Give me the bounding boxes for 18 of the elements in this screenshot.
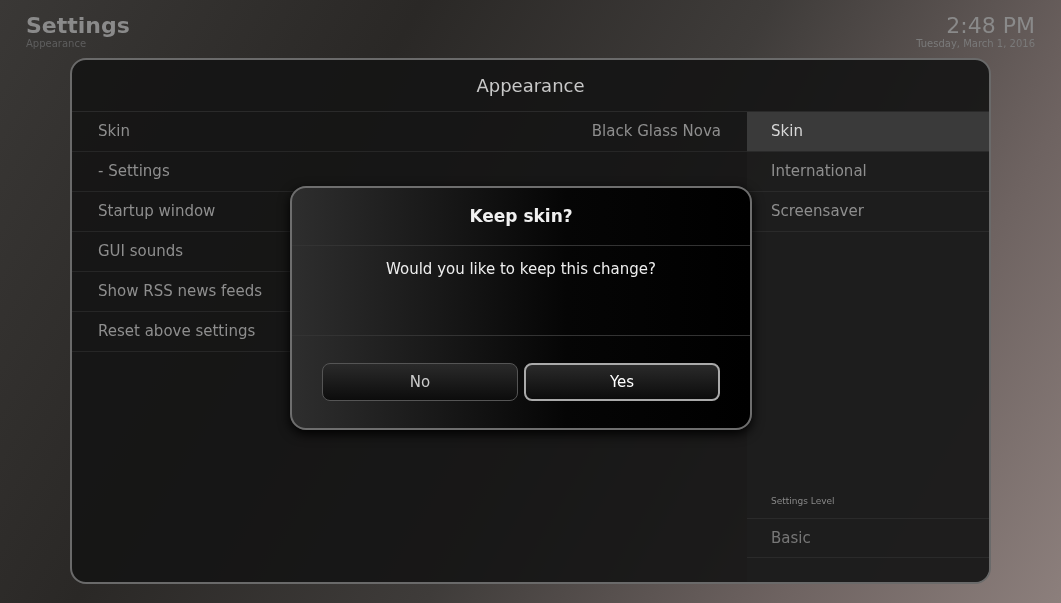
setting-label: Show RSS news feeds xyxy=(98,281,263,303)
setting-label: Reset above settings xyxy=(98,321,256,343)
setting-label: Skin xyxy=(98,121,130,143)
dialog-button[interactable]: No xyxy=(322,363,518,401)
category-item[interactable]: International xyxy=(747,152,989,192)
setting-label: GUI sounds xyxy=(98,241,184,263)
category-item[interactable]: Skin xyxy=(747,112,989,152)
page-title: Settings xyxy=(26,14,130,38)
settings-level-selector[interactable]: Basic xyxy=(747,518,989,558)
setting-value: Black Glass Nova xyxy=(591,121,721,143)
setting-label: Startup window xyxy=(98,201,216,223)
setting-row[interactable]: Skin Black Glass Nova xyxy=(72,112,747,152)
dialog-button[interactable]: Yes xyxy=(524,363,720,401)
panel-title: Appearance xyxy=(476,74,585,98)
dialog-title: Keep skin? xyxy=(469,204,573,228)
dialog-message: Would you like to keep this change? xyxy=(386,259,656,280)
settings-level-label: Settings Level xyxy=(770,494,836,508)
setting-label: - Settings xyxy=(98,161,170,183)
